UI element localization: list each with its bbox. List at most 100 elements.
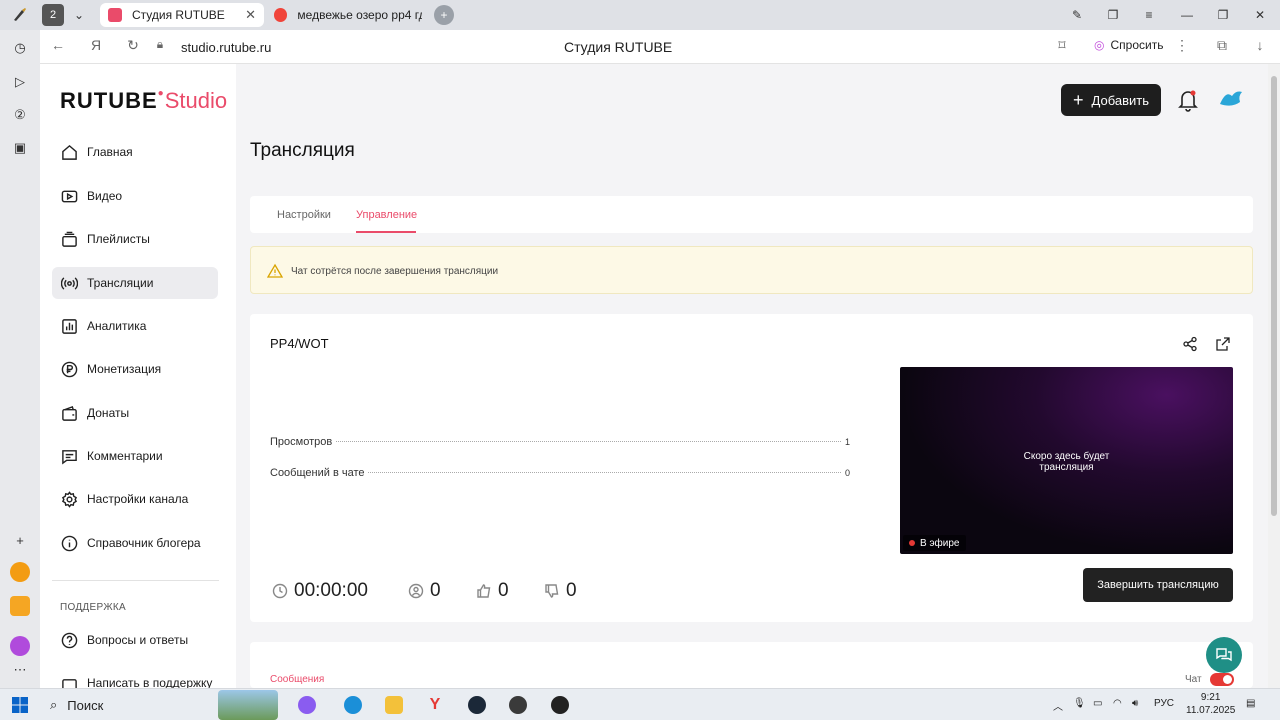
sidebar-item-analytics[interactable]: Аналитика — [52, 310, 218, 342]
sidebar-item-monetization[interactable]: Монетизация — [52, 353, 218, 385]
bookmarks-icon[interactable]: ❐ — [1102, 4, 1124, 26]
sidebar-item-comments[interactable]: Комментарии — [52, 440, 218, 472]
notifications-bell-icon[interactable] — [1177, 88, 1199, 112]
sidebar-item-channel-settings[interactable]: Настройки канала — [52, 483, 218, 515]
reload-icon[interactable]: ↻ — [123, 37, 143, 54]
sidebar-item-faq[interactable]: Вопросы и ответы — [52, 624, 218, 656]
wifi-icon[interactable]: ◠ — [1113, 698, 1122, 709]
tab-search[interactable]: медвежье озеро рр4 где — [266, 3, 430, 27]
wallet-icon — [60, 404, 78, 422]
add-button[interactable]: + Добавить — [1061, 84, 1161, 116]
windows-start-icon[interactable] — [11, 696, 29, 714]
share-icon[interactable] — [1182, 336, 1198, 352]
close-window-icon[interactable]: ✕ — [1249, 4, 1271, 26]
file-explorer-icon[interactable] — [385, 696, 403, 714]
back-icon[interactable]: ← — [48, 37, 68, 53]
mail-app-icon[interactable] — [10, 596, 30, 616]
maximize-icon[interactable]: ❐ — [1212, 4, 1234, 26]
sidebar-item-label: Главная — [87, 145, 133, 159]
stream-card: PP4/WOT Просмотров 1 Сообщений в чате 0 … — [250, 314, 1253, 622]
active-tab-underline — [356, 231, 416, 233]
address-bar: ← Я ↻ 🔒︎ studio.rutube.ru Студия RUTUBE … — [40, 30, 1280, 64]
page-title-bar: Студия RUTUBE — [564, 39, 673, 55]
close-tab-icon[interactable]: ✕ — [245, 7, 256, 23]
search-icon: ⌕ — [50, 697, 58, 712]
game-app-icon[interactable] — [509, 696, 527, 714]
stat-value: 0 — [844, 468, 850, 478]
side-panel: ◷ ▷ ② ▣ + ⋯ — [0, 30, 40, 688]
tray-chevron-icon[interactable]: ︿ — [1053, 698, 1063, 713]
more-icon[interactable]: ⋯ — [10, 660, 30, 680]
sidebar-item-blogger-guide[interactable]: Справочник блогера — [52, 527, 218, 559]
thumbs-up-icon — [477, 584, 491, 598]
sidebar-item-label: Справочник блогера — [87, 536, 201, 550]
monitor-icon[interactable]: ▭ — [1093, 698, 1102, 709]
sidebar-item-playlists[interactable]: Плейлисты — [52, 223, 218, 255]
add-panel-icon[interactable]: + — [10, 530, 30, 550]
history-icon[interactable]: ◷ — [10, 38, 30, 58]
obs-icon[interactable] — [551, 696, 569, 714]
feather-icon[interactable]: ✎ — [1066, 4, 1088, 26]
scrollbar-thumb[interactable] — [1271, 76, 1277, 516]
tab-count-badge[interactable]: 2 — [42, 4, 64, 26]
yandex-favicon-icon — [274, 8, 288, 22]
alice-taskbar-icon[interactable] — [298, 696, 316, 714]
end-stream-button[interactable]: Завершить трансляцию — [1083, 568, 1233, 602]
alice-icon[interactable] — [10, 636, 30, 656]
new-tab-icon[interactable]: + — [434, 5, 454, 25]
gear-icon — [60, 490, 78, 508]
yandex-browser-icon[interactable]: Y — [426, 696, 444, 714]
panel-photo-icon[interactable]: ▣ — [10, 138, 30, 158]
browser-logo-icon[interactable] — [8, 4, 30, 26]
play-icon[interactable]: ▷ — [10, 72, 30, 92]
sidebar-item-donations[interactable]: Донаты — [52, 397, 218, 429]
notifications-icon[interactable]: ▤ — [1246, 698, 1255, 709]
sidebar-item-label: Написать в поддержку — [87, 676, 213, 688]
rutube-favicon-icon — [108, 8, 122, 22]
app-orange-icon[interactable] — [10, 562, 30, 582]
stream-name: PP4/WOT — [270, 336, 329, 351]
viewers-icon — [408, 583, 424, 599]
yandex-icon[interactable]: Я — [86, 37, 106, 53]
tabs-dropdown-icon[interactable]: ⌄ — [68, 4, 90, 26]
edge-icon[interactable] — [344, 696, 362, 714]
ask-button[interactable]: ◎ Спросить — [1094, 38, 1163, 52]
dislikes-metric: 0 — [544, 580, 577, 602]
messages-tab[interactable]: Сообщения — [270, 674, 324, 685]
steam-icon[interactable] — [468, 696, 486, 714]
open-external-icon[interactable] — [1215, 336, 1231, 352]
sidebar-item-home[interactable]: Главная — [52, 136, 218, 168]
sidebar-item-contact-support[interactable]: Написать в поддержку — [52, 668, 218, 688]
sidebar-item-video[interactable]: Видео — [52, 180, 218, 212]
clock[interactable]: 9:21 11.07.2025 — [1186, 691, 1235, 717]
help-chat-button[interactable] — [1206, 637, 1242, 673]
bookmark-icon[interactable]: ⌑ — [1052, 37, 1072, 54]
tab-studio-rutube[interactable]: Студия RUTUBE ✕ — [100, 3, 264, 27]
browser-tab-bar: 2 ⌄ Студия RUTUBE ✕ медвежье озеро рр4 г… — [0, 0, 1280, 30]
stat-label: Просмотров — [270, 436, 333, 448]
ruble-icon — [60, 360, 78, 378]
tab-management[interactable]: Управление — [356, 209, 417, 221]
volume-icon[interactable]: 🔊︎ — [1132, 698, 1138, 709]
extensions-icon[interactable]: ⧉ — [1212, 37, 1232, 54]
download-icon[interactable]: ↓ — [1250, 37, 1270, 53]
more-options-icon[interactable]: ⋮ — [1172, 37, 1192, 54]
page-scrollbar[interactable] — [1268, 64, 1280, 688]
tab-settings[interactable]: Настройки — [277, 209, 331, 221]
language-indicator[interactable]: РУС — [1154, 698, 1174, 709]
sidebar-item-label: Плейлисты — [87, 232, 150, 246]
sidebar-item-broadcasts[interactable]: Трансляции — [52, 267, 218, 299]
panel-two-icon[interactable]: ② — [10, 105, 30, 125]
chat-toggle[interactable] — [1210, 673, 1234, 686]
stream-preview[interactable]: Скоро здесь будет трансляция В эфире — [900, 367, 1233, 554]
stat-chat-messages: Сообщений в чате 0 — [270, 467, 850, 481]
minimize-icon[interactable]: — — [1176, 4, 1198, 26]
broadcast-icon — [60, 274, 78, 292]
menu-icon[interactable]: ≡ — [1138, 4, 1160, 26]
taskbar-search[interactable]: ⌕ Поиск — [50, 697, 103, 713]
news-widget[interactable] — [218, 690, 278, 720]
avatar[interactable] — [1218, 88, 1244, 112]
microphone-icon[interactable]: 🎙︎ — [1073, 698, 1086, 709]
rutube-studio-logo[interactable]: RUTUBE●Studio — [60, 88, 227, 114]
url-field[interactable]: studio.rutube.ru — [181, 40, 271, 55]
